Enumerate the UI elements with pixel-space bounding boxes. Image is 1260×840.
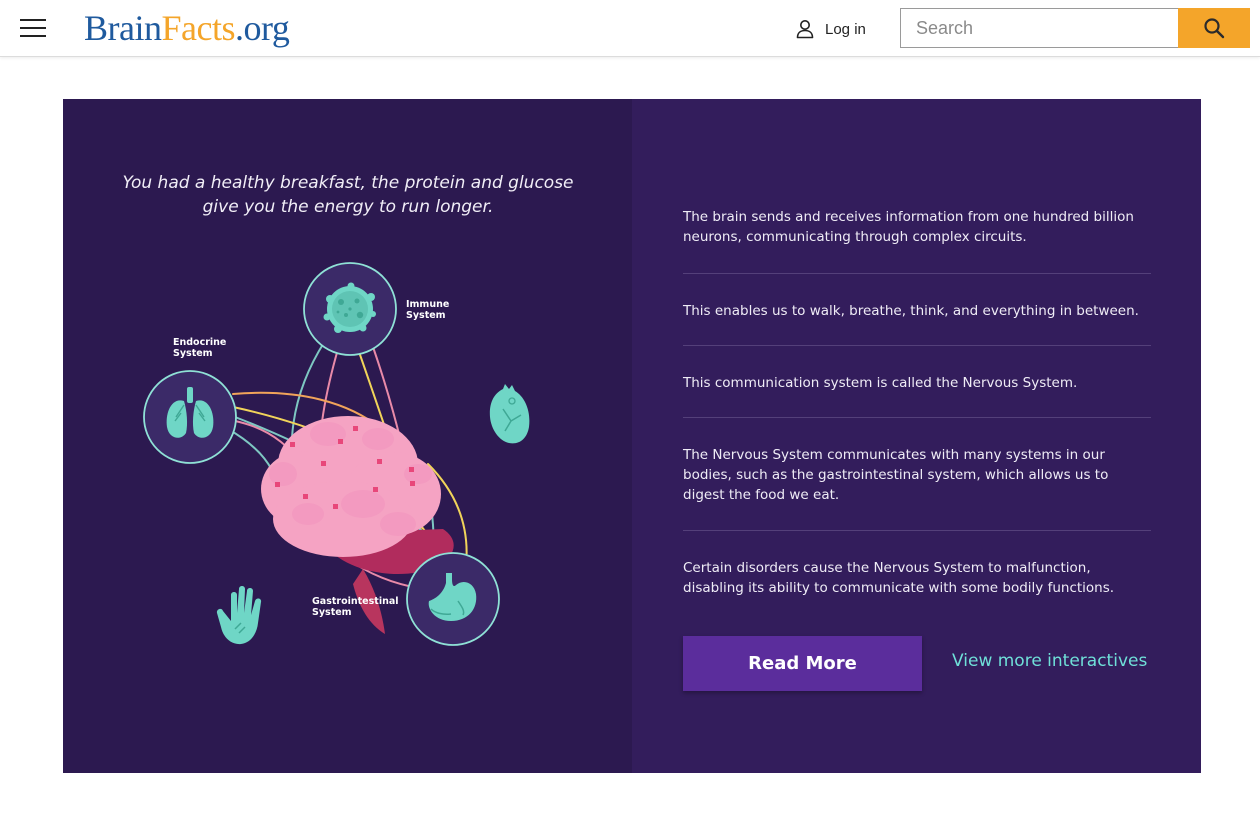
info-pane: The brain sends and receives information… (632, 99, 1201, 773)
logo-brain: Brain (84, 8, 162, 48)
info-item: This communication system is called the … (683, 346, 1151, 418)
info-list: The brain sends and receives information… (683, 207, 1151, 611)
info-text: The Nervous System communicates with man… (683, 447, 1109, 503)
gastro-system-label: Gastrointestinal System (312, 596, 399, 618)
site-header: BrainFacts.org Log in (0, 0, 1260, 57)
info-text: This enables us to walk, breathe, think,… (683, 303, 1139, 319)
logo-org: .org (234, 8, 290, 48)
illustration-pane: You had a healthy breakfast, the protein… (63, 99, 632, 773)
gastro-label-line1: Gastrointestinal (312, 596, 399, 607)
user-icon (796, 20, 814, 39)
info-item: The Nervous System communicates with man… (683, 418, 1151, 531)
search-input[interactable] (900, 8, 1179, 48)
info-item: This enables us to walk, breathe, think,… (683, 274, 1151, 346)
immune-label-line2: System (406, 310, 446, 321)
info-item: Certain disorders cause the Nervous Syst… (683, 531, 1151, 611)
info-item: The brain sends and receives information… (683, 207, 1151, 274)
heart-icon[interactable] (489, 384, 530, 444)
endocrine-system-label: Endocrine System (173, 337, 226, 359)
immune-system-label: Immune System (406, 299, 449, 321)
info-text: This communication system is called the … (683, 375, 1078, 391)
login-label: Log in (825, 20, 866, 38)
search-icon (1204, 18, 1225, 39)
search-button[interactable] (1178, 8, 1250, 48)
hand-icon[interactable] (216, 586, 262, 645)
read-more-button[interactable]: Read More (683, 636, 922, 691)
endocrine-system-node[interactable] (143, 370, 237, 464)
logo-facts: Facts (161, 8, 235, 48)
brainfacts-logo[interactable]: BrainFacts.org (84, 8, 290, 48)
endocrine-label-line2: System (173, 348, 213, 359)
endocrine-label-line1: Endocrine (173, 337, 227, 348)
gastro-label-line2: System (312, 607, 352, 618)
view-more-interactives-link[interactable]: View more interactives (952, 651, 1147, 671)
scenario-quote: You had a healthy breakfast, the protein… (122, 173, 574, 217)
info-text: Certain disorders cause the Nervous Syst… (683, 560, 1115, 596)
info-text: The brain sends and receives information… (683, 209, 1134, 245)
immune-label-line1: Immune (406, 299, 450, 310)
gastrointestinal-system-node[interactable] (406, 552, 500, 646)
interactive-panel: You had a healthy breakfast, the protein… (63, 99, 1201, 773)
menu-icon[interactable] (20, 17, 46, 39)
immune-system-node[interactable] (303, 262, 397, 356)
login-link[interactable]: Log in (794, 17, 866, 41)
